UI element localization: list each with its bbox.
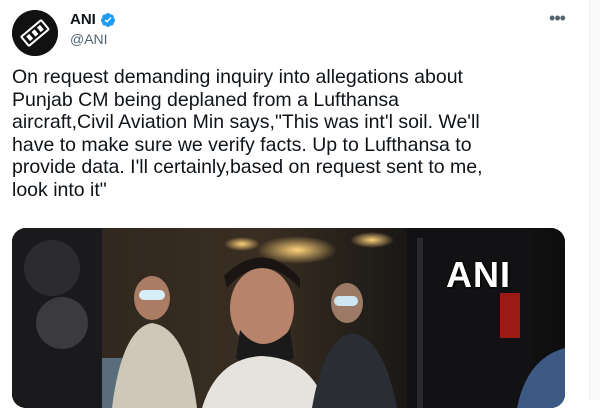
tweet-card: ANI @ANI ••• On request demanding inquir… (0, 0, 600, 408)
author-name[interactable]: ANI (70, 11, 116, 28)
more-options-icon[interactable]: ••• (546, 8, 568, 30)
author-handle[interactable]: @ANI (70, 31, 108, 47)
vertical-scrollbar[interactable] (589, 0, 600, 400)
ani-logo-icon (12, 10, 58, 56)
verified-badge-icon (100, 12, 115, 27)
tweet-text: On request demanding inquiry into allega… (12, 66, 483, 201)
media-watermark: ANI (446, 254, 511, 295)
author-name-text: ANI (70, 11, 96, 28)
author-avatar[interactable] (12, 10, 58, 56)
